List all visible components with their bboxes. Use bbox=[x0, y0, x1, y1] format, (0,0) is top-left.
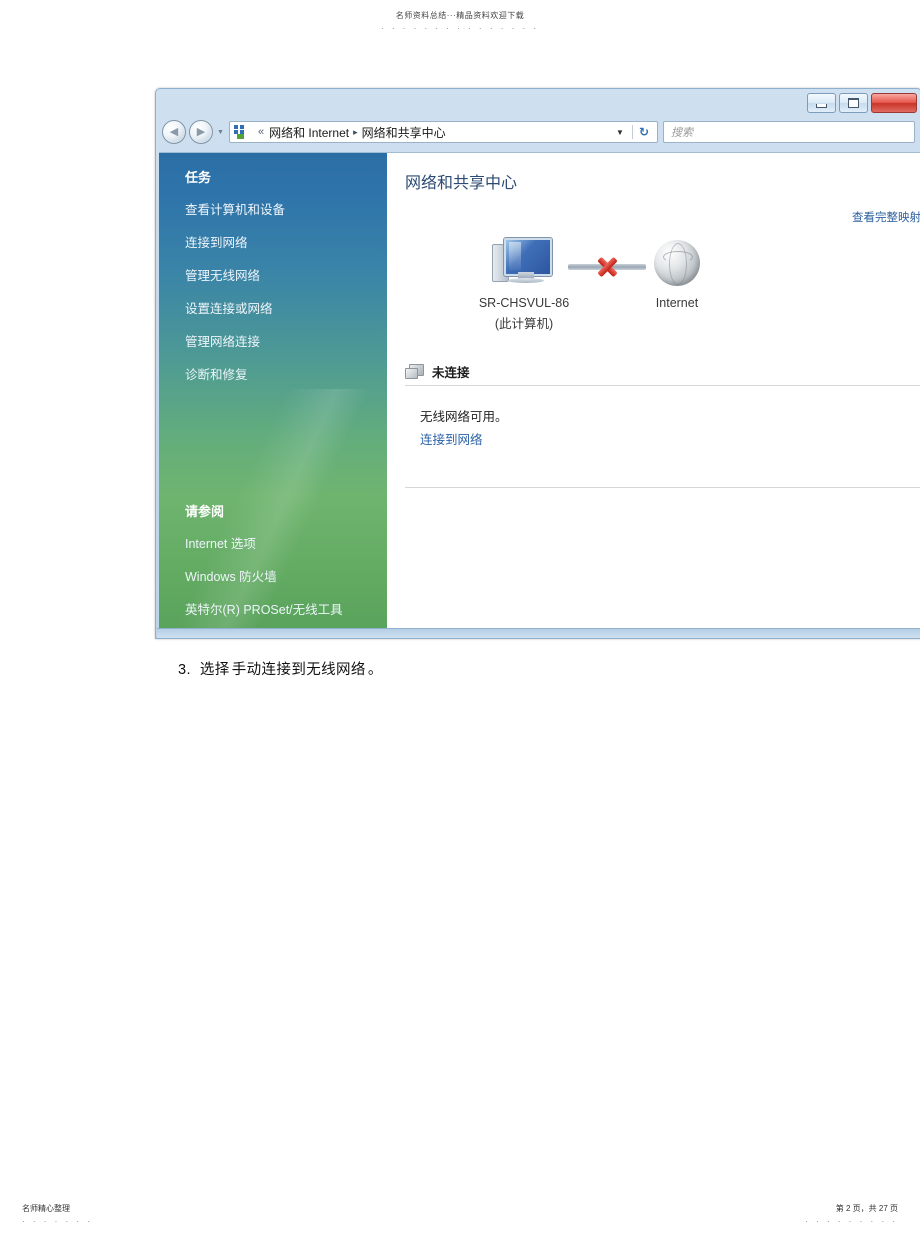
computer-sublabel: (此计算机) bbox=[494, 317, 554, 331]
window-titlebar bbox=[156, 89, 920, 117]
content-pane: 网络和共享中心 查看完整映射 SR-CHSVUL-86 (此计算机) Inter… bbox=[387, 153, 920, 629]
refresh-icon[interactable]: ↻ bbox=[631, 125, 655, 139]
sidebar-item-manage-network-connections[interactable]: 管理网络连接 bbox=[185, 331, 387, 350]
network-icon bbox=[233, 125, 249, 139]
wireless-available-message: 无线网络可用。 bbox=[420, 410, 508, 424]
sidebar-item-setup-connection[interactable]: 设置连接或网络 bbox=[185, 298, 387, 317]
step-verb: 选择 bbox=[199, 662, 230, 678]
instruction-step-3: 3. 选择 手动连接到无线网络。 bbox=[178, 658, 383, 679]
close-button[interactable] bbox=[871, 93, 917, 113]
footer-right-dots: · · · · · · · · · bbox=[805, 1217, 898, 1226]
search-placeholder: 搜索 bbox=[671, 127, 693, 139]
page-title: 网络和共享中心 bbox=[405, 175, 518, 192]
minimize-icon bbox=[816, 103, 827, 108]
breadcrumb-item-sharing-center[interactable]: 网络和共享中心 bbox=[362, 124, 446, 141]
tasks-heading: 任务 bbox=[185, 170, 212, 185]
connect-to-network-link[interactable]: 连接到网络 bbox=[420, 429, 483, 448]
broken-connection-icon bbox=[594, 253, 620, 279]
breadcrumb-item-network-internet[interactable]: 网络和 Internet bbox=[269, 124, 349, 141]
sidebar-item-diagnose-repair[interactable]: 诊断和修复 bbox=[185, 364, 387, 383]
footer-left: 名师精心整理 · · · · · · · bbox=[22, 1203, 93, 1226]
step-number: 3. bbox=[178, 662, 191, 678]
recent-pages-dropdown[interactable]: ▼ bbox=[217, 129, 224, 136]
sidebar-item-connect-to-network[interactable]: 连接到网络 bbox=[185, 232, 387, 251]
connection-status-row: 未连接 bbox=[405, 362, 470, 381]
maximize-button[interactable] bbox=[839, 93, 868, 113]
footer-right: 第 2 页，共 27 页 · · · · · · · · · bbox=[805, 1203, 898, 1226]
view-full-map-link[interactable]: 查看完整映射 bbox=[852, 209, 920, 225]
footer-left-text: 名师精心整理 bbox=[22, 1204, 70, 1213]
network-map: SR-CHSVUL-86 (此计算机) Internet bbox=[472, 238, 737, 343]
internet-globe-icon[interactable] bbox=[654, 240, 700, 286]
disconnected-network-icon bbox=[405, 364, 425, 379]
window-status-bar bbox=[157, 628, 920, 638]
sidebar-item-view-computers[interactable]: 查看计算机和设备 bbox=[185, 199, 387, 218]
back-arrow-icon: ◀ bbox=[169, 125, 179, 138]
network-sharing-center-window: ◀ ▶ ▼ « 网络和 Internet ▸ 网络和共享中心 ▼ ↻ 搜索 任务… bbox=[155, 88, 920, 639]
step-period: 。 bbox=[367, 662, 383, 678]
sidebar-item-windows-firewall[interactable]: Windows 防火墙 bbox=[185, 566, 387, 585]
document-header-text: 名师资料总结···精品资料欢迎下载 bbox=[395, 11, 525, 20]
computer-icon[interactable] bbox=[492, 238, 554, 290]
sidebar-item-manage-wireless-networks[interactable]: 管理无线网络 bbox=[185, 265, 387, 284]
maximize-icon bbox=[848, 98, 859, 108]
step-target: 手动连接到无线网络 bbox=[231, 662, 366, 678]
sidebar-item-intel-proset[interactable]: 英特尔(R) PROSet/无线工具 bbox=[185, 599, 387, 618]
tasks-sidebar: 任务 查看计算机和设备 连接到网络 管理无线网络 设置连接或网络 管理网络连接 … bbox=[159, 153, 387, 629]
forward-button[interactable]: ▶ bbox=[189, 120, 213, 144]
computer-monitor-icon bbox=[504, 238, 552, 276]
computer-name: SR-CHSVUL-86 bbox=[478, 296, 570, 310]
document-header-dots: · · · · · · · · · · · · · · · bbox=[380, 24, 540, 33]
footer-left-dots: · · · · · · · bbox=[22, 1217, 93, 1226]
status-divider bbox=[405, 385, 920, 386]
sidebar-item-internet-options[interactable]: Internet 选项 bbox=[185, 533, 387, 552]
breadcrumb-overflow-icon[interactable]: « bbox=[253, 126, 269, 138]
address-bar[interactable]: « 网络和 Internet ▸ 网络和共享中心 ▼ ↻ bbox=[228, 121, 658, 143]
search-input[interactable]: 搜索 bbox=[663, 121, 915, 143]
navigation-bar: ◀ ▶ ▼ « 网络和 Internet ▸ 网络和共享中心 ▼ ↻ 搜索 bbox=[156, 117, 920, 147]
breadcrumb-chevron-icon: ▸ bbox=[353, 126, 358, 137]
window-body: 任务 查看计算机和设备 连接到网络 管理无线网络 设置连接或网络 管理网络连接 … bbox=[159, 152, 920, 629]
status-badge: 未连接 bbox=[432, 366, 470, 380]
see-also-heading: 请参阅 bbox=[185, 504, 225, 519]
minimize-button[interactable] bbox=[807, 93, 836, 113]
computer-label: SR-CHSVUL-86 (此计算机) bbox=[464, 296, 584, 332]
computer-base-icon bbox=[508, 278, 544, 283]
page-number: 第 2 页，共 27 页 bbox=[835, 1204, 898, 1213]
document-header: 名师资料总结···精品资料欢迎下载 · · · · · · · · · · · … bbox=[0, 10, 920, 33]
section-divider bbox=[405, 487, 920, 488]
internet-label: Internet bbox=[655, 296, 699, 310]
forward-arrow-icon: ▶ bbox=[196, 125, 206, 138]
address-dropdown-icon[interactable]: ▼ bbox=[608, 128, 632, 137]
window-controls bbox=[807, 93, 917, 113]
back-button[interactable]: ◀ bbox=[162, 120, 186, 144]
